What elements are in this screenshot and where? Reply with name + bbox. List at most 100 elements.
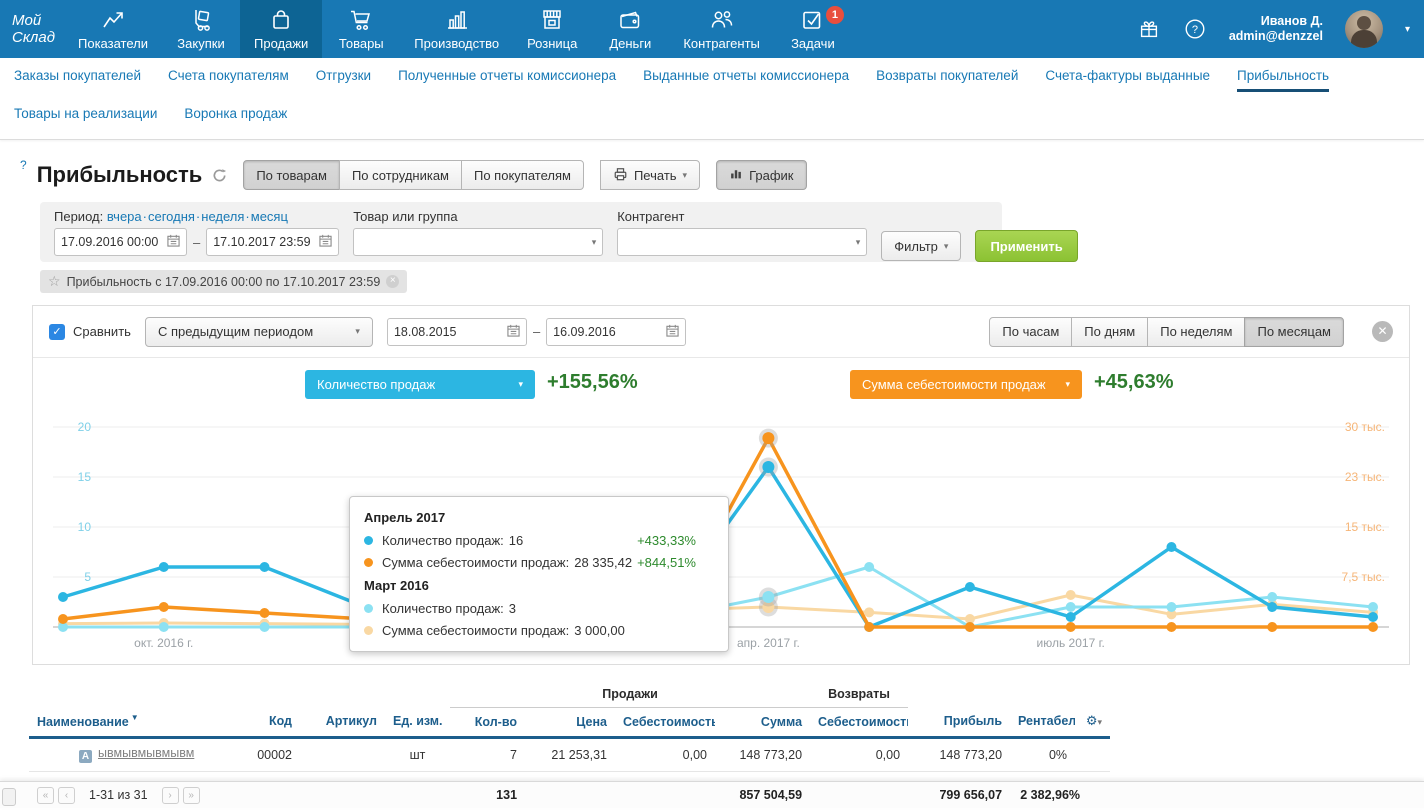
topnav-item-retail[interactable]: Розница: [513, 0, 591, 58]
moysklad-logo[interactable]: Мой Склад: [0, 0, 64, 58]
print-button[interactable]: Печать ▾: [600, 160, 700, 190]
column-settings[interactable]: ⚙▾: [1075, 707, 1110, 737]
granularity-by-weeks[interactable]: По неделям: [1147, 317, 1245, 347]
subnav-item-consignment-goods[interactable]: Товары на реализации: [14, 106, 157, 127]
tooltip-row-change: +433,33%: [637, 533, 714, 548]
total-qty: 131: [450, 782, 525, 808]
subnav-item-customer-returns[interactable]: Возвраты покупателей: [876, 68, 1018, 92]
compare-from-input[interactable]: [394, 325, 507, 339]
granularity-by-days[interactable]: По дням: [1071, 317, 1148, 347]
help-icon[interactable]: ?: [1183, 17, 1207, 41]
subnav-item-issued-vat-invoices[interactable]: Счета-фактуры выданные: [1045, 68, 1210, 92]
topnav-item-money[interactable]: Деньги: [591, 0, 669, 58]
topnav-item-counterparties[interactable]: Контрагенты: [669, 0, 774, 58]
counterparty-caret-icon[interactable]: ▾: [856, 237, 861, 248]
saved-filter-chip[interactable]: ☆ Прибыльность с 17.09.2016 00:00 по 17.…: [40, 270, 407, 293]
period-to-wrap: [206, 228, 339, 256]
topnav-item-goods[interactable]: Товары: [322, 0, 400, 58]
gift-icon[interactable]: [1137, 17, 1161, 41]
prev-page-button[interactable]: ‹: [58, 787, 75, 804]
user-account[interactable]: Иванов Д. admin@denzzel: [1229, 14, 1323, 44]
granularity-by-hours[interactable]: По часам: [989, 317, 1072, 347]
period-link-0[interactable]: вчера: [107, 209, 142, 224]
period-link-3[interactable]: месяц: [251, 209, 288, 224]
column-header-code[interactable]: Код: [245, 707, 300, 737]
tab-by-employees[interactable]: По сотрудникам: [339, 160, 462, 190]
column-header-unit[interactable]: Ед. изм.: [385, 707, 450, 737]
column-header-name[interactable]: Наименование▼: [29, 707, 245, 737]
column-header-price[interactable]: Цена: [525, 707, 615, 737]
refresh-icon[interactable]: [212, 168, 227, 183]
period-link-2[interactable]: неделя: [201, 209, 244, 224]
series1-dropdown[interactable]: Количество продаж ▾: [305, 370, 535, 399]
filter-button[interactable]: Фильтр ▾: [881, 231, 961, 261]
topnav-item-indicators[interactable]: Показатели: [64, 0, 162, 58]
period-column: Период: вчера·сегодня·неделя·месяц –: [54, 209, 339, 262]
sort-arrow-icon: ▼: [131, 713, 139, 722]
subnav-item-issued-commission-reports[interactable]: Выданные отчеты комиссионера: [643, 68, 849, 92]
compare-row: ✓ Сравнить С предыдущим периодом ▾ – По …: [33, 306, 1409, 358]
period-from-input[interactable]: [61, 235, 167, 249]
cell-unit: шт: [385, 737, 450, 771]
chart-toggle-button[interactable]: График: [716, 160, 806, 190]
series-point: [260, 608, 270, 618]
compare-to-input[interactable]: [553, 325, 666, 339]
title-help-icon[interactable]: ?: [20, 158, 27, 172]
column-header-profit[interactable]: Прибыль: [908, 707, 1010, 737]
column-header-sum[interactable]: Сумма: [715, 707, 810, 737]
total-margin: 2 382,96%: [1010, 782, 1110, 808]
last-page-button[interactable]: »: [183, 787, 200, 804]
counterparty-input[interactable]: [624, 235, 855, 249]
topnav-item-purchases[interactable]: Закупки: [162, 0, 240, 58]
tooltip-row-value: 3: [509, 601, 516, 616]
column-header-qty[interactable]: Кол-во: [450, 707, 525, 737]
period-to-input[interactable]: [213, 235, 319, 249]
pagination-cell: «‹1-31 из 31›»: [29, 782, 450, 808]
close-compare-icon[interactable]: ✕: [1372, 321, 1393, 342]
granularity-by-months[interactable]: По месяцам: [1244, 317, 1344, 347]
subnav-item-customer-invoices[interactable]: Счета покупателям: [168, 68, 289, 92]
column-header-cost[interactable]: Себестоимость: [615, 707, 715, 737]
series-point: [159, 562, 169, 572]
counterparty-column: Контрагент ▾: [617, 209, 867, 262]
subnav-item-received-commission-reports[interactable]: Полученные отчеты комиссионера: [398, 68, 616, 92]
period-label: Период:: [54, 209, 103, 224]
calendar-icon[interactable]: [167, 234, 180, 250]
product-input[interactable]: [360, 235, 591, 249]
subnav-item-shipments[interactable]: Отгрузки: [316, 68, 371, 92]
tab-by-products[interactable]: По товарам: [243, 160, 340, 190]
scroll-corner[interactable]: [2, 788, 16, 806]
star-icon[interactable]: ☆: [48, 273, 61, 290]
next-page-button[interactable]: ›: [162, 787, 179, 804]
product-caret-icon[interactable]: ▾: [592, 237, 597, 248]
totals-table: «‹1-31 из 31›»131857 504,59799 656,072 3…: [29, 782, 1110, 808]
product-link[interactable]: ывмывмывмывм: [98, 746, 194, 760]
gear-icon[interactable]: ⚙: [1086, 713, 1098, 728]
compare-checkbox[interactable]: ✓: [49, 324, 65, 340]
group-returns: Возвраты: [810, 681, 908, 707]
column-header-return_cost[interactable]: Себестоимость: [810, 707, 908, 737]
subnav-item-sales-funnel[interactable]: Воронка продаж: [184, 106, 287, 127]
first-page-button[interactable]: «: [37, 787, 54, 804]
subnav-item-customer-orders[interactable]: Заказы покупателей: [14, 68, 141, 92]
tab-by-customers[interactable]: По покупателям: [461, 160, 584, 190]
left-axis-tick: 20: [78, 420, 92, 434]
column-header-margin[interactable]: Рентабел...: [1010, 707, 1075, 737]
chip-close-icon[interactable]: ×: [386, 275, 399, 288]
compare-mode-dropdown[interactable]: С предыдущим периодом ▾: [145, 317, 373, 347]
calendar-icon[interactable]: [507, 324, 520, 340]
subnav-item-profitability[interactable]: Прибыльность: [1237, 68, 1329, 92]
chart-tooltip: Апрель 2017Количество продаж:16+433,33%С…: [349, 496, 729, 652]
apply-button[interactable]: Применить: [975, 230, 1077, 262]
topnav-item-production[interactable]: Производство: [400, 0, 513, 58]
column-header-article[interactable]: Артикул: [300, 707, 385, 737]
chart-toggle-label: График: [749, 168, 793, 183]
series2-dropdown[interactable]: Сумма себестоимости продаж ▾: [850, 370, 1082, 399]
topnav-item-sales[interactable]: Продажи: [240, 0, 322, 58]
user-avatar[interactable]: [1345, 10, 1383, 48]
calendar-icon[interactable]: [666, 324, 679, 340]
calendar-icon[interactable]: [319, 234, 332, 250]
user-menu-caret-icon[interactable]: ▾: [1405, 24, 1410, 35]
topnav-item-tasks[interactable]: Задачи1: [774, 0, 852, 58]
period-link-1[interactable]: сегодня: [148, 209, 195, 224]
